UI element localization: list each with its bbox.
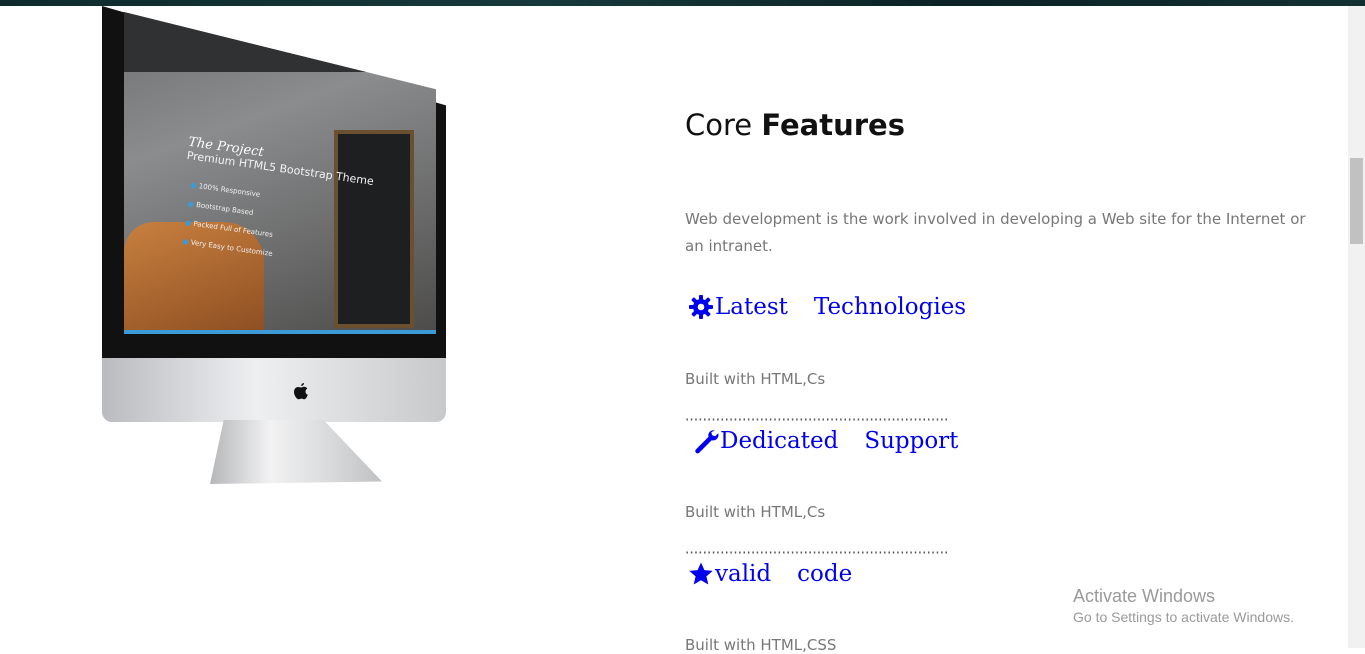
screen-item: 100% Responsive bbox=[190, 181, 261, 199]
monitor-stand bbox=[210, 420, 382, 484]
feature-link-latest-technologies[interactable]: Latest Technologies bbox=[688, 294, 966, 320]
heading-light: Core bbox=[685, 108, 753, 142]
star-icon bbox=[689, 562, 713, 585]
feature-description: Built with HTML,Cs bbox=[685, 370, 826, 388]
screen-item: Packed Full of Features bbox=[185, 219, 274, 239]
intro-paragraph: Web development is the work involved in … bbox=[685, 210, 1306, 255]
screen-feature-list: 100% Responsive Bootstrap Based Packed F… bbox=[181, 176, 282, 264]
dotted-divider bbox=[685, 418, 947, 421]
heading-bold: Features bbox=[761, 108, 905, 142]
feature-word: Latest bbox=[715, 294, 788, 320]
feature-link-dedicated-support[interactable]: Dedicated Support bbox=[688, 428, 958, 454]
watermark-subtitle: Go to Settings to activate Windows. bbox=[1073, 609, 1294, 625]
feature-word: valid bbox=[715, 561, 772, 587]
screen-phone-preview bbox=[334, 130, 414, 328]
monitor-chin bbox=[102, 358, 446, 422]
section-heading: Core Features bbox=[685, 108, 905, 142]
imac-mockup-image: The Project Premium HTML5 Bootstrap Them… bbox=[102, 6, 452, 486]
feature-word: Dedicated bbox=[720, 428, 839, 454]
feature-link-valid-code[interactable]: valid code bbox=[688, 561, 852, 587]
watermark-title: Activate Windows bbox=[1073, 586, 1216, 606]
screen-accent-line bbox=[124, 330, 436, 334]
screen-item: Bootstrap Based bbox=[187, 200, 254, 217]
wrench-icon bbox=[695, 430, 719, 454]
monitor-screen: The Project Premium HTML5 Bootstrap Them… bbox=[124, 12, 436, 334]
feature-word: Support bbox=[864, 428, 959, 454]
dotted-divider bbox=[685, 551, 947, 554]
feature-word: Technologies bbox=[813, 294, 967, 320]
feature-description: Built with HTML,Cs bbox=[685, 503, 826, 521]
gear-icon bbox=[689, 295, 713, 319]
feature-description: Built with HTML,CSS bbox=[685, 636, 837, 654]
screen-navbar bbox=[124, 12, 436, 72]
vertical-scrollbar[interactable] bbox=[1348, 6, 1365, 648]
scrollbar-thumb[interactable] bbox=[1350, 158, 1363, 244]
windows-activation-watermark: Activate Windows Go to Settings to activ… bbox=[1073, 586, 1294, 625]
feature-word: code bbox=[797, 561, 853, 587]
apple-logo-icon bbox=[294, 383, 308, 400]
